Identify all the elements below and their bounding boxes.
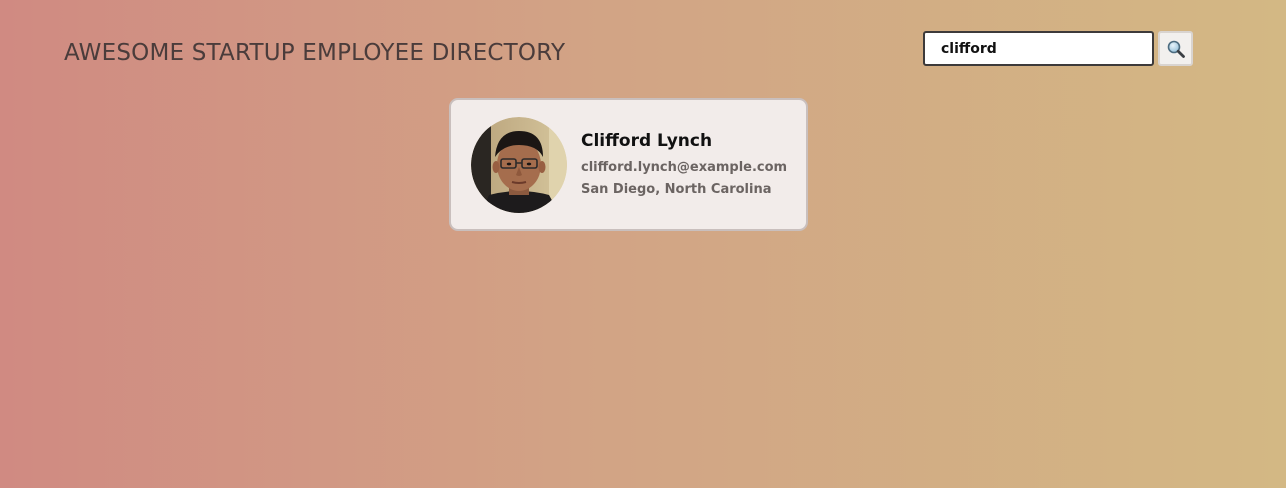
employee-location: San Diego, North Carolina [581,181,772,197]
search-button[interactable] [1158,31,1193,66]
employee-info: Clifford Lynch clifford.lynch@example.co… [581,131,787,201]
page-title: AWESOME STARTUP EMPLOYEE DIRECTORY [64,40,566,66]
employee-email: clifford.lynch@example.com [581,159,788,175]
search-form [923,31,1193,66]
search-input[interactable] [923,31,1154,66]
employee-photo [471,116,567,213]
employee-card[interactable]: Clifford Lynch clifford.lynch@example.co… [449,98,808,231]
employee-name: Clifford Lynch [581,130,713,151]
avatar [471,116,567,213]
magnifying-glass-icon [1167,40,1185,58]
